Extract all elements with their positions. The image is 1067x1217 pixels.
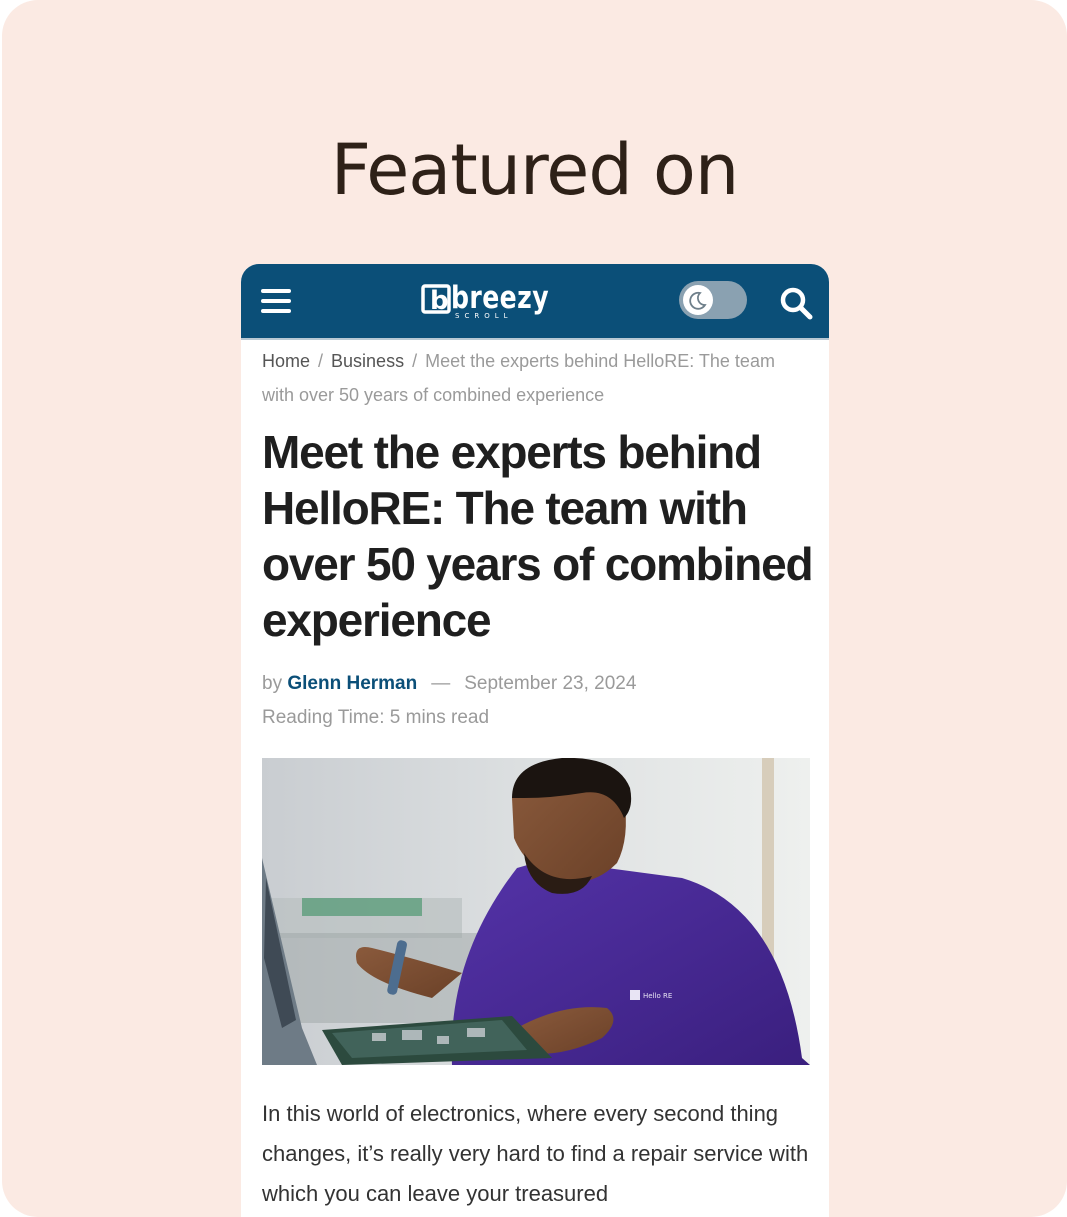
featured-card: Featured on b breezy SCROLL Home / Busin…: [2, 0, 1067, 1217]
breadcrumb-separator: /: [412, 351, 418, 371]
logo-subtext: SCROLL: [455, 312, 513, 320]
article-meta: by Glenn Herman — September 23, 2024 Readi…: [262, 667, 802, 735]
breezy-logo[interactable]: b breezy SCROLL: [421, 278, 551, 322]
breadcrumb: Home / Business / Meet the experts behind He…: [262, 344, 802, 412]
breadcrumb-business[interactable]: Business: [331, 351, 404, 371]
featured-heading: Featured on: [330, 129, 739, 211]
dark-mode-toggle[interactable]: [679, 281, 747, 319]
breadcrumb-home[interactable]: Home: [262, 351, 310, 371]
byline: by Glenn Herman — September 23, 2024: [262, 667, 802, 701]
article-body: In this world of electronics, where ever…: [262, 1101, 809, 1206]
shirt-logo: Hello RE: [630, 990, 672, 1000]
site-header: b breezy SCROLL: [241, 264, 829, 340]
logo-wordmark: breezy: [451, 280, 549, 316]
article-title: Meet the experts behind HelloRE: The tea…: [262, 426, 814, 646]
svg-text:b: b: [430, 286, 449, 316]
svg-text:Hello RE: Hello RE: [643, 992, 672, 1000]
breadcrumb-separator: /: [318, 351, 324, 371]
by-label: by: [262, 673, 283, 694]
moon-icon: [689, 291, 707, 310]
article-hero-image: Hello RE: [262, 758, 810, 1065]
hamburger-menu-icon[interactable]: [261, 288, 291, 314]
search-icon[interactable]: [779, 286, 813, 320]
toggle-knob: [683, 285, 713, 315]
reading-time: Reading Time: 5 mins read: [262, 707, 490, 728]
author-link[interactable]: Glenn Herman: [287, 673, 417, 694]
byline-dash: —: [431, 673, 451, 694]
publish-date: September 23, 2024: [464, 673, 637, 694]
article-screenshot: b breezy SCROLL Home / Business / Meet the e…: [241, 264, 829, 1217]
